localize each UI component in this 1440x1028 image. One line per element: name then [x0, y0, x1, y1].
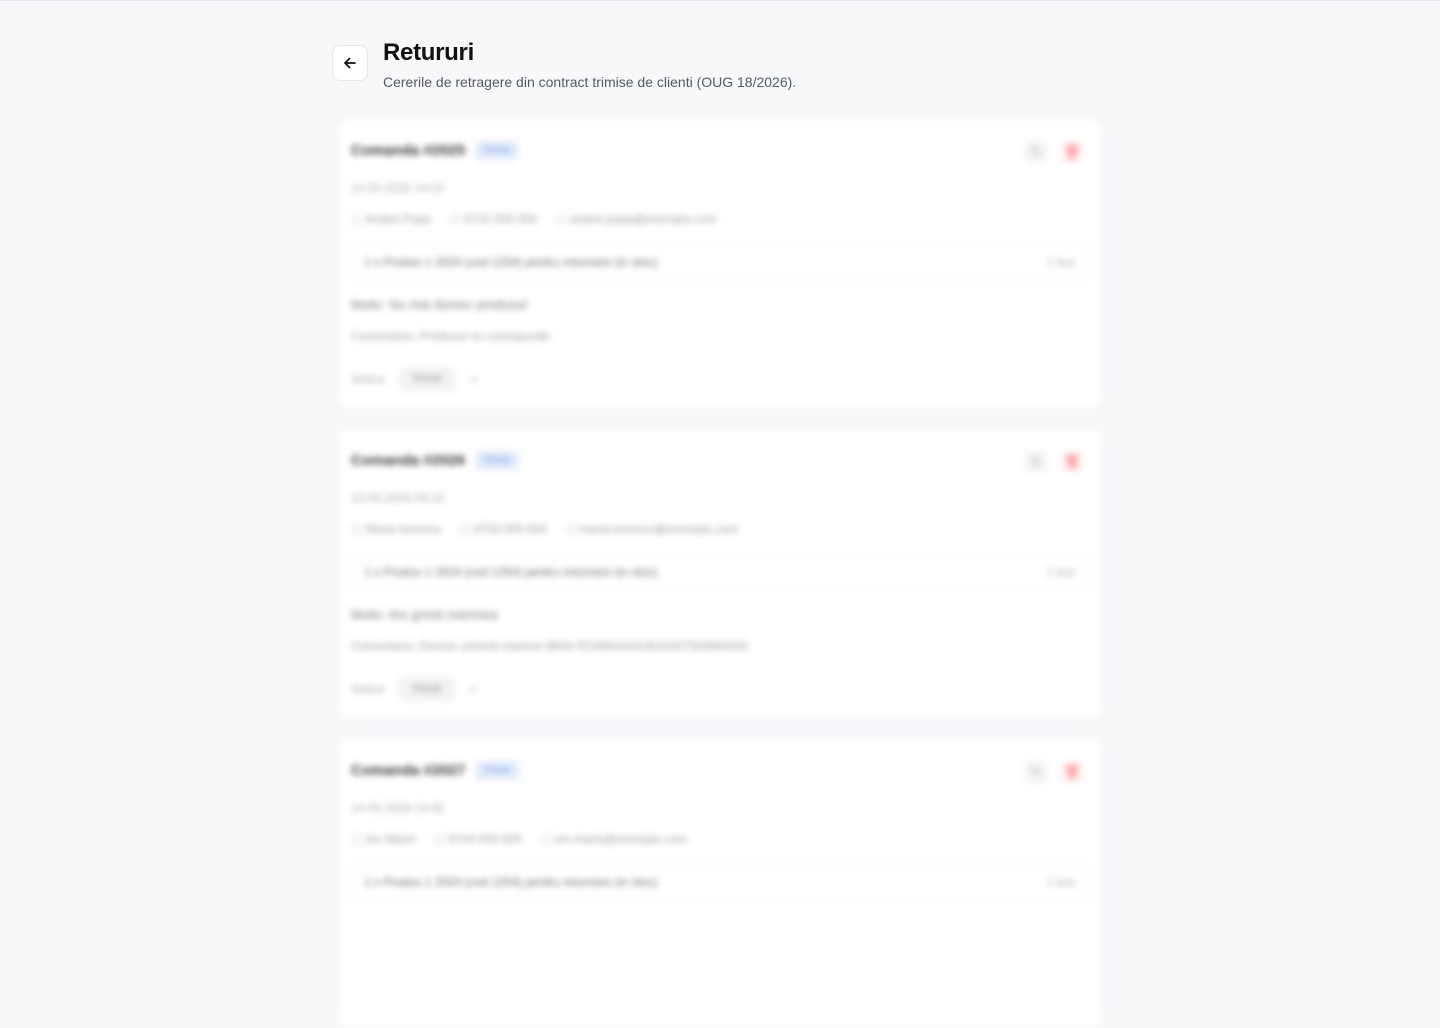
status-control: Status Primit ✓ — [351, 677, 479, 701]
customer-email[interactable]: andrei.popa@exemplu.com — [555, 212, 717, 226]
status-badge: Primit — [475, 451, 519, 470]
product-quantity: 1 buc — [1046, 565, 1076, 579]
product-row: 1 x Produs 1 2024 (cod 1254) pentru retu… — [351, 243, 1089, 281]
order-number: Comanda #2026 — [351, 452, 466, 469]
status-select[interactable]: Primit — [399, 677, 456, 701]
order-number: Comanda #2025 — [351, 142, 466, 159]
save-icon[interactable]: ✓ — [469, 372, 479, 386]
customer-phone[interactable]: 0722 000 000 — [449, 212, 537, 226]
save-icon[interactable]: ✓ — [469, 682, 479, 696]
customer-phone[interactable]: 0744 000 000 — [434, 832, 521, 846]
status-label: Status — [351, 682, 386, 696]
pencil-icon[interactable]: ✎ — [1025, 761, 1047, 783]
contact-info: Maria Ionescu 0733 000 000 maria.ionescu… — [351, 522, 738, 536]
status-label: Status — [351, 372, 386, 386]
customer-name: Maria Ionescu — [351, 522, 441, 536]
product-name: 1 x Produs 1 2024 (cod 1254) pentru retu… — [364, 875, 658, 889]
return-reason: Motiv: Nu mai doresc produsul — [351, 297, 527, 312]
return-card: Comanda #2027 Primit ✎ 🗑 14.05.2026 18:4… — [338, 738, 1102, 1028]
return-comment: Comentariu: Doresc schimb marime IBAN RO… — [351, 639, 749, 653]
order-number: Comanda #2027 — [351, 762, 466, 779]
request-date: 14.05.2026 18:45 — [351, 801, 445, 815]
customer-name: Andrei Popa — [351, 212, 431, 226]
product-name: 1 x Produs 1 2024 (cod 1254) pentru retu… — [364, 255, 658, 269]
product-row: 1 x Produs 1 2024 (cod 1254) pentru retu… — [351, 553, 1089, 591]
pencil-icon[interactable]: ✎ — [1025, 451, 1047, 473]
customer-name: Ion Marin — [351, 832, 416, 846]
request-date: 12.05.2026 14:22 — [351, 181, 445, 195]
request-date: 13.05.2026 09:10 — [351, 491, 445, 505]
status-select[interactable]: Primit — [399, 367, 456, 391]
customer-email[interactable]: ion.marin@exemplu.com — [540, 832, 687, 846]
product-quantity: 1 buc — [1046, 255, 1076, 269]
return-card: Comanda #2026 Primit ✎ 🗑 13.05.2026 09:1… — [338, 428, 1102, 718]
product-quantity: 1 buc — [1046, 875, 1076, 889]
back-button[interactable] — [332, 45, 368, 81]
return-card: Comanda #2025 Primit ✎ 🗑 12.05.2026 14:2… — [338, 118, 1102, 408]
arrow-left-icon — [344, 57, 356, 69]
customer-email[interactable]: maria.ionescu@exemplu.com — [565, 522, 738, 536]
pencil-icon[interactable]: ✎ — [1025, 141, 1047, 163]
product-name: 1 x Produs 1 2024 (cod 1254) pentru retu… — [364, 565, 658, 579]
trash-icon[interactable]: 🗑 — [1061, 451, 1083, 473]
contact-info: Ion Marin 0744 000 000 ion.marin@exemplu… — [351, 832, 688, 846]
status-badge: Primit — [475, 761, 519, 780]
page-subtitle: Cererile de retragere din contract trimi… — [383, 74, 797, 90]
trash-icon[interactable]: 🗑 — [1061, 141, 1083, 163]
trash-icon[interactable]: 🗑 — [1061, 761, 1083, 783]
contact-info: Andrei Popa 0722 000 000 andrei.popa@exe… — [351, 212, 717, 226]
customer-phone[interactable]: 0733 000 000 — [459, 522, 547, 536]
page-title: Retururi — [383, 39, 474, 66]
return-reason: Motiv: Am gresit marimea — [351, 607, 498, 622]
product-row: 1 x Produs 1 2024 (cod 1254) pentru retu… — [351, 863, 1089, 901]
return-comment: Comentariu: Produsul nu corespunde — [351, 329, 550, 343]
status-badge: Primit — [475, 141, 519, 160]
status-control: Status Primit ✓ — [351, 367, 479, 391]
